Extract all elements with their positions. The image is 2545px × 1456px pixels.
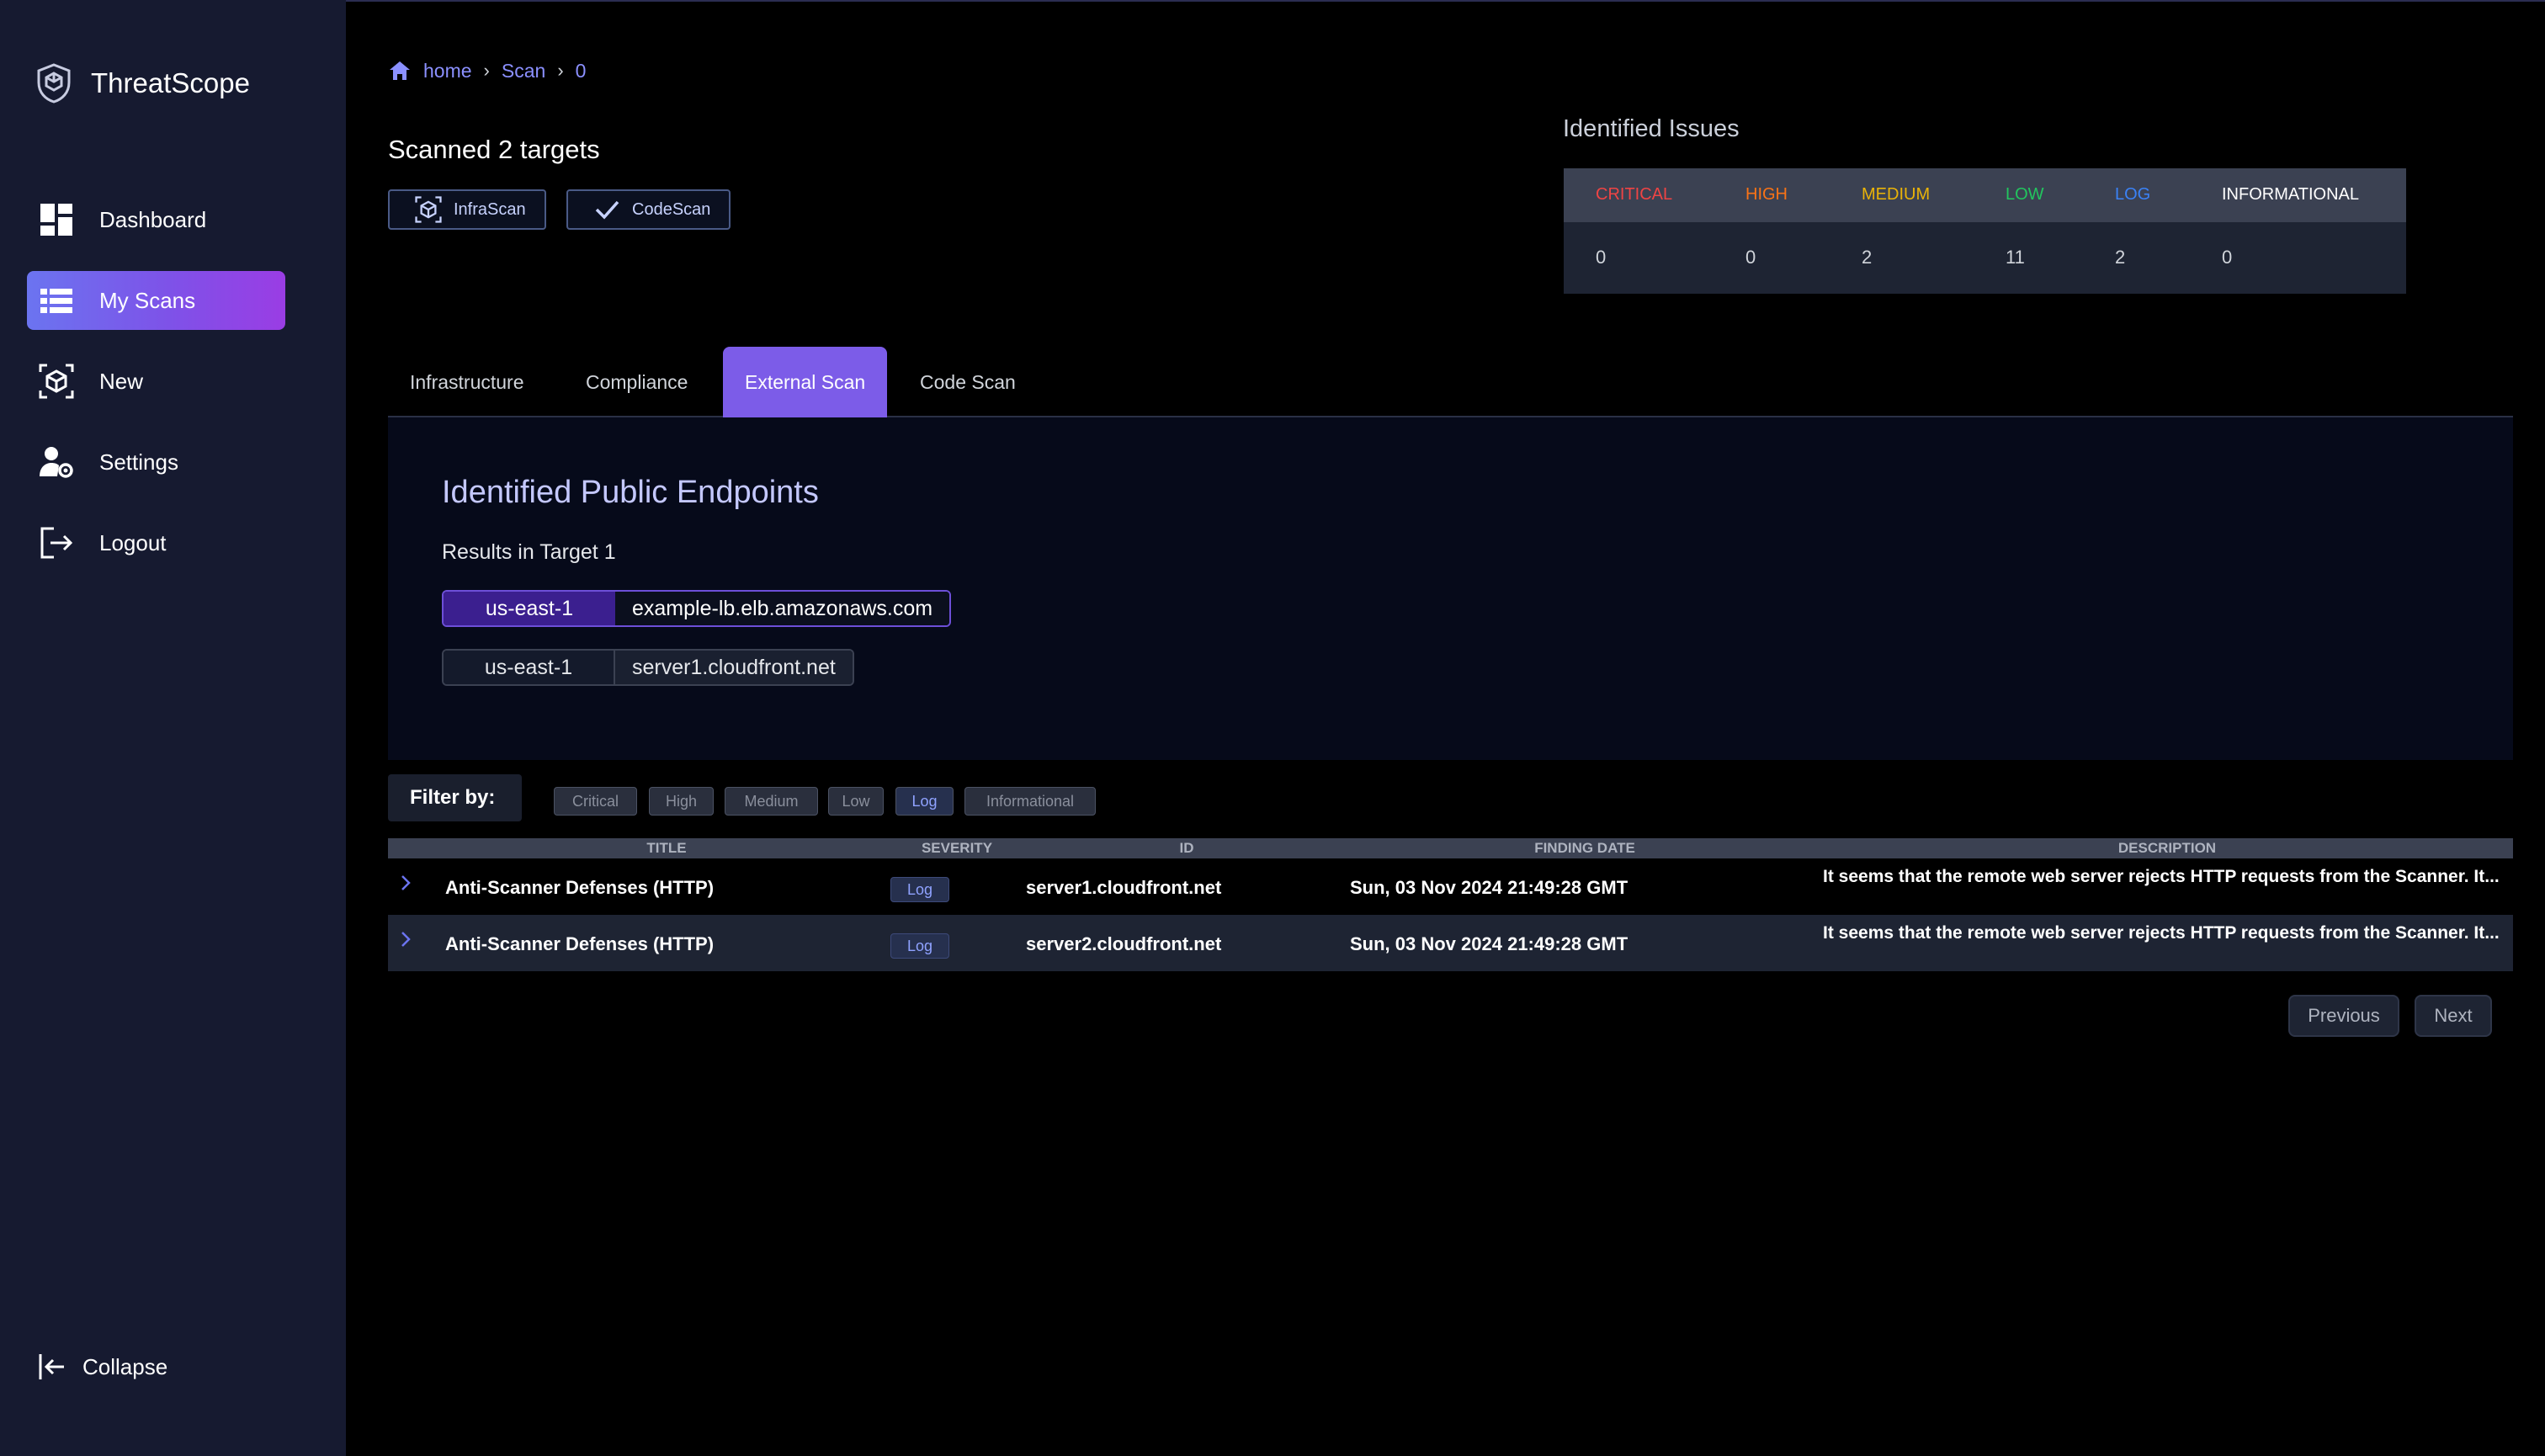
sidebar-item-label: Settings bbox=[99, 449, 178, 475]
sidebar-item-label: Dashboard bbox=[99, 206, 207, 232]
shield-logo-icon bbox=[37, 63, 71, 104]
chevron-right-icon[interactable] bbox=[396, 872, 415, 894]
tab-external-scan[interactable]: External Scan bbox=[723, 347, 888, 417]
endpoints-panel: Identified Public Endpoints Results in T… bbox=[388, 417, 2513, 760]
chevron-right-icon: › bbox=[557, 60, 564, 81]
logout-icon bbox=[40, 527, 73, 559]
chip-label: InfraScan bbox=[454, 199, 526, 219]
breadcrumb-id[interactable]: 0 bbox=[576, 60, 587, 82]
issue-label-informational: INFORMATIONAL bbox=[2222, 185, 2359, 204]
breadcrumb: home › Scan › 0 bbox=[388, 59, 586, 82]
sidebar-item-my-scans[interactable]: My Scans bbox=[27, 271, 285, 330]
finding-id: server2.cloudfront.net bbox=[1026, 933, 1222, 954]
endpoint-item[interactable]: us-east-1 example-lb.elb.amazonaws.com bbox=[442, 590, 952, 627]
filter-informational[interactable]: Informational bbox=[964, 787, 1096, 816]
sidebar-item-new[interactable]: New bbox=[27, 352, 285, 411]
user-gear-icon bbox=[40, 447, 73, 478]
issues-table: CRITICAL HIGH MEDIUM LOW LOG INFORMATION… bbox=[1564, 168, 2406, 294]
page-title: Scanned 2 targets bbox=[388, 135, 600, 164]
issue-count-critical: 0 bbox=[1596, 247, 1607, 268]
col-finding-date: FINDING DATE bbox=[1534, 840, 1635, 856]
finding-description: It seems that the remote web server reje… bbox=[1823, 867, 2500, 886]
home-icon[interactable] bbox=[388, 59, 412, 82]
issue-label-high: HIGH bbox=[1745, 185, 1788, 204]
col-id: ID bbox=[1179, 840, 1194, 856]
check-icon bbox=[595, 200, 619, 220]
filter-low[interactable]: Low bbox=[828, 787, 884, 816]
issue-count-informational: 0 bbox=[2222, 247, 2233, 268]
chip-label: CodeScan bbox=[632, 199, 711, 219]
filter-high[interactable]: High bbox=[649, 787, 714, 816]
filter-log[interactable]: Log bbox=[895, 787, 954, 816]
finding-id: server1.cloudfront.net bbox=[1026, 877, 1222, 898]
issue-label-low: LOW bbox=[2006, 185, 2044, 204]
issue-count-high: 0 bbox=[1745, 247, 1756, 268]
severity-badge: Log bbox=[890, 933, 949, 959]
issue-label-medium: MEDIUM bbox=[1862, 185, 1931, 204]
issue-count-low: 11 bbox=[2006, 247, 2025, 268]
endpoints-subtitle: Results in Target 1 bbox=[442, 540, 616, 564]
sidebar: ThreatScope Dashboard My Scans New Setti… bbox=[0, 0, 346, 1456]
finding-date: Sun, 03 Nov 2024 21:49:28 GMT bbox=[1350, 933, 1628, 954]
filter-label: Filter by: bbox=[388, 774, 522, 821]
collapse-button[interactable]: Collapse bbox=[37, 1352, 167, 1382]
endpoint-item[interactable]: us-east-1 server1.cloudfront.net bbox=[442, 649, 854, 686]
findings-table: TITLE SEVERITY ID FINDING DATE DESCRIPTI… bbox=[388, 838, 2513, 971]
scan-cube-icon bbox=[39, 364, 74, 399]
breadcrumb-home[interactable]: home bbox=[423, 60, 472, 82]
filter-critical[interactable]: Critical bbox=[554, 787, 637, 816]
previous-button[interactable]: Previous bbox=[2288, 995, 2399, 1037]
tab-bar: Infrastructure Compliance External Scan … bbox=[388, 347, 2513, 417]
collapse-label: Collapse bbox=[82, 1353, 168, 1379]
list-icon bbox=[40, 289, 72, 313]
endpoints-title: Identified Public Endpoints bbox=[442, 475, 819, 510]
top-border bbox=[0, 0, 2545, 2]
finding-date: Sun, 03 Nov 2024 21:49:28 GMT bbox=[1350, 877, 1628, 898]
findings-header: TITLE SEVERITY ID FINDING DATE DESCRIPTI… bbox=[388, 838, 2513, 858]
finding-description: It seems that the remote web server reje… bbox=[1823, 923, 2500, 943]
issue-label-log: LOG bbox=[2115, 185, 2151, 204]
issue-label-critical: CRITICAL bbox=[1596, 185, 1673, 204]
col-description: DESCRIPTION bbox=[2117, 840, 2217, 856]
endpoint-region: us-east-1 bbox=[444, 592, 615, 625]
finding-title: Anti-Scanner Defenses (HTTP) bbox=[445, 933, 715, 954]
collapse-icon bbox=[39, 1354, 64, 1379]
col-title: TITLE bbox=[646, 840, 687, 856]
finding-title: Anti-Scanner Defenses (HTTP) bbox=[445, 877, 715, 898]
issue-count-log: 2 bbox=[2115, 247, 2126, 268]
sidebar-item-label: Logout bbox=[99, 529, 167, 555]
dashboard-icon bbox=[40, 204, 72, 236]
tab-code-scan[interactable]: Code Scan bbox=[898, 347, 1038, 417]
chip-infrascan[interactable]: InfraScan bbox=[388, 189, 546, 230]
filter-medium[interactable]: Medium bbox=[725, 787, 818, 816]
chevron-right-icon[interactable] bbox=[396, 928, 415, 950]
severity-badge: Log bbox=[890, 877, 949, 902]
issue-count-medium: 2 bbox=[1862, 247, 1873, 268]
chevron-right-icon: › bbox=[483, 60, 490, 81]
endpoint-host: example-lb.elb.amazonaws.com bbox=[615, 592, 950, 625]
tab-compliance[interactable]: Compliance bbox=[564, 347, 709, 417]
chip-codescan[interactable]: CodeScan bbox=[566, 189, 731, 230]
sidebar-item-logout[interactable]: Logout bbox=[27, 513, 285, 572]
issues-title: Identified Issues bbox=[1563, 115, 1740, 142]
col-severity: SEVERITY bbox=[921, 840, 993, 856]
sidebar-item-label: New bbox=[99, 368, 144, 394]
issues-header: CRITICAL HIGH MEDIUM LOW LOG INFORMATION… bbox=[1564, 168, 2406, 222]
sidebar-item-settings[interactable]: Settings bbox=[27, 433, 285, 492]
table-row[interactable]: Anti-Scanner Defenses (HTTP) Log server1… bbox=[388, 858, 2513, 915]
table-row[interactable]: Anti-Scanner Defenses (HTTP) Log server2… bbox=[388, 915, 2513, 971]
endpoint-host: server1.cloudfront.net bbox=[615, 651, 853, 684]
breadcrumb-scan[interactable]: Scan bbox=[502, 60, 545, 82]
scan-cube-icon bbox=[415, 196, 442, 223]
sidebar-item-dashboard[interactable]: Dashboard bbox=[27, 190, 285, 249]
app-name: ThreatScope bbox=[91, 67, 250, 98]
tab-infrastructure[interactable]: Infrastructure bbox=[388, 347, 546, 417]
next-button[interactable]: Next bbox=[2415, 995, 2492, 1037]
sidebar-item-label: My Scans bbox=[99, 287, 196, 313]
endpoint-region: us-east-1 bbox=[444, 651, 615, 684]
brand[interactable]: ThreatScope bbox=[35, 62, 250, 104]
